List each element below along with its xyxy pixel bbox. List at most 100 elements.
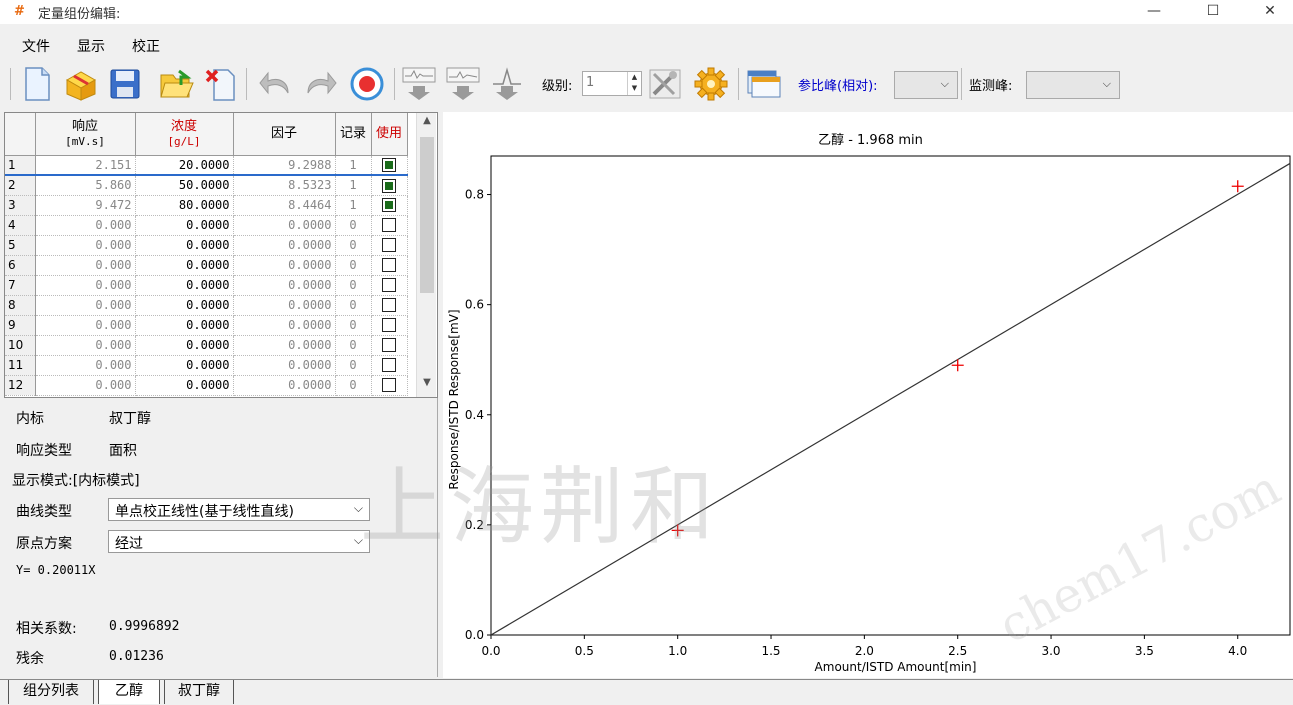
cell-response[interactable]: 5.860 bbox=[35, 175, 136, 196]
redo-button[interactable] bbox=[302, 64, 340, 104]
table-row[interactable]: 1 2.151 20.0000 9.2988 1 bbox=[5, 155, 408, 176]
use-checkbox[interactable] bbox=[382, 318, 396, 333]
cell-factor[interactable]: 9.2988 bbox=[233, 155, 336, 176]
cell-factor[interactable]: 0.0000 bbox=[233, 255, 336, 276]
cell-response[interactable]: 9.472 bbox=[35, 195, 136, 216]
table-row[interactable]: 5 0.000 0.0000 0.0000 0 bbox=[5, 235, 408, 256]
use-checkbox[interactable] bbox=[382, 338, 396, 353]
cell-use[interactable] bbox=[371, 315, 408, 336]
table-row[interactable]: 7 0.000 0.0000 0.0000 0 bbox=[5, 275, 408, 296]
cell-record[interactable]: 1 bbox=[335, 175, 372, 196]
cell-response[interactable]: 0.000 bbox=[35, 355, 136, 376]
cell-response[interactable]: 0.000 bbox=[35, 215, 136, 236]
table-row[interactable]: 4 0.000 0.0000 0.0000 0 bbox=[5, 215, 408, 236]
table-row[interactable]: 2 5.860 50.0000 8.5323 1 bbox=[5, 175, 408, 196]
cell-response[interactable]: 0.000 bbox=[35, 235, 136, 256]
cell-use[interactable] bbox=[371, 275, 408, 296]
tab-component-list[interactable]: 组分列表 bbox=[8, 680, 94, 704]
col-response[interactable]: 响应 [mV.s] bbox=[35, 113, 136, 156]
cell-response[interactable]: 0.000 bbox=[35, 315, 136, 336]
cell-use[interactable] bbox=[371, 175, 408, 196]
table-row[interactable]: 6 0.000 0.0000 0.0000 0 bbox=[5, 255, 408, 276]
cell-concentration[interactable]: 0.0000 bbox=[135, 295, 234, 316]
cell-record[interactable]: 0 bbox=[335, 215, 372, 236]
menu-display[interactable]: 显示 bbox=[77, 36, 105, 56]
cell-use[interactable] bbox=[371, 355, 408, 376]
use-checkbox[interactable] bbox=[382, 178, 396, 193]
window-view-button[interactable] bbox=[745, 64, 783, 104]
spinner-arrows[interactable]: ▲ ▼ bbox=[627, 72, 641, 95]
cell-factor[interactable]: 0.0000 bbox=[233, 315, 336, 336]
table-row[interactable]: 8 0.000 0.0000 0.0000 0 bbox=[5, 295, 408, 316]
cell-concentration[interactable]: 50.0000 bbox=[135, 175, 234, 196]
cell-concentration[interactable]: 20.0000 bbox=[135, 155, 234, 176]
use-checkbox[interactable] bbox=[382, 278, 396, 293]
cell-use[interactable] bbox=[371, 195, 408, 216]
menu-file[interactable]: 文件 bbox=[22, 36, 50, 56]
use-checkbox[interactable] bbox=[382, 358, 396, 373]
level-spinner[interactable]: 1 ▲ ▼ bbox=[582, 71, 642, 96]
cell-response[interactable]: 0.000 bbox=[35, 375, 136, 396]
cell-concentration[interactable]: 0.0000 bbox=[135, 315, 234, 336]
cell-concentration[interactable]: 0.0000 bbox=[135, 255, 234, 276]
cell-response[interactable]: 2.151 bbox=[35, 155, 136, 176]
table-row[interactable]: 11 0.000 0.0000 0.0000 0 bbox=[5, 355, 408, 376]
cell-response[interactable]: 0.000 bbox=[35, 335, 136, 356]
open-folder-button[interactable] bbox=[158, 64, 196, 104]
cell-factor[interactable]: 0.0000 bbox=[233, 335, 336, 356]
minimize-button[interactable]: — bbox=[1131, 0, 1177, 24]
delete-document-button[interactable] bbox=[202, 64, 240, 104]
grid-scrollbar[interactable]: ▲ ▼ bbox=[416, 113, 436, 397]
cell-record[interactable]: 0 bbox=[335, 255, 372, 276]
col-concentration[interactable]: 浓度 [g/L] bbox=[135, 113, 234, 156]
table-row[interactable]: 12 0.000 0.0000 0.0000 0 bbox=[5, 375, 408, 396]
cell-use[interactable] bbox=[371, 295, 408, 316]
cell-use[interactable] bbox=[371, 235, 408, 256]
table-row[interactable]: 9 0.000 0.0000 0.0000 0 bbox=[5, 315, 408, 336]
menu-calibrate[interactable]: 校正 bbox=[132, 36, 160, 56]
cell-record[interactable]: 0 bbox=[335, 355, 372, 376]
settings-button[interactable] bbox=[692, 64, 730, 104]
cell-record[interactable]: 0 bbox=[335, 275, 372, 296]
use-checkbox[interactable] bbox=[382, 258, 396, 273]
col-record[interactable]: 记录 bbox=[335, 113, 372, 156]
cell-record[interactable]: 0 bbox=[335, 235, 372, 256]
record-button[interactable] bbox=[348, 64, 386, 104]
monitor-peak-select[interactable]: ⌵ bbox=[1026, 71, 1120, 99]
cell-factor[interactable]: 8.5323 bbox=[233, 175, 336, 196]
new-document-button[interactable] bbox=[18, 64, 56, 104]
cell-concentration[interactable]: 0.0000 bbox=[135, 355, 234, 376]
cell-factor[interactable]: 0.0000 bbox=[233, 355, 336, 376]
cell-use[interactable] bbox=[371, 155, 408, 176]
use-checkbox[interactable] bbox=[382, 198, 396, 213]
scroll-thumb[interactable] bbox=[420, 137, 434, 293]
cell-factor[interactable]: 0.0000 bbox=[233, 295, 336, 316]
cell-concentration[interactable]: 80.0000 bbox=[135, 195, 234, 216]
use-checkbox[interactable] bbox=[382, 378, 396, 393]
origin-select[interactable]: 经过 ⌵ bbox=[108, 530, 370, 553]
cell-response[interactable]: 0.000 bbox=[35, 255, 136, 276]
peak-single-button[interactable] bbox=[488, 64, 526, 104]
cell-factor[interactable]: 8.4464 bbox=[233, 195, 336, 216]
cell-use[interactable] bbox=[371, 335, 408, 356]
maximize-button[interactable]: ☐ bbox=[1190, 0, 1236, 24]
cell-concentration[interactable]: 0.0000 bbox=[135, 235, 234, 256]
table-row[interactable]: 3 9.472 80.0000 8.4464 1 bbox=[5, 195, 408, 216]
curve-type-select[interactable]: 单点校正线性(基于线性直线) ⌵ bbox=[108, 498, 370, 521]
cell-use[interactable] bbox=[371, 375, 408, 396]
use-checkbox[interactable] bbox=[382, 238, 396, 253]
use-checkbox[interactable] bbox=[382, 298, 396, 313]
open-package-button[interactable] bbox=[62, 64, 100, 104]
col-use[interactable]: 使用 bbox=[371, 113, 408, 156]
tab-tert-butanol[interactable]: 叔丁醇 bbox=[164, 680, 234, 704]
cell-concentration[interactable]: 0.0000 bbox=[135, 215, 234, 236]
cell-record[interactable]: 1 bbox=[335, 155, 372, 176]
cell-record[interactable]: 1 bbox=[335, 195, 372, 216]
cell-response[interactable]: 0.000 bbox=[35, 275, 136, 296]
cell-use[interactable] bbox=[371, 215, 408, 236]
tab-ethanol[interactable]: 乙醇 bbox=[98, 680, 160, 704]
table-row[interactable]: 10 0.000 0.0000 0.0000 0 bbox=[5, 335, 408, 356]
cell-concentration[interactable]: 0.0000 bbox=[135, 375, 234, 396]
cell-response[interactable]: 0.000 bbox=[35, 295, 136, 316]
use-checkbox[interactable] bbox=[382, 158, 396, 172]
